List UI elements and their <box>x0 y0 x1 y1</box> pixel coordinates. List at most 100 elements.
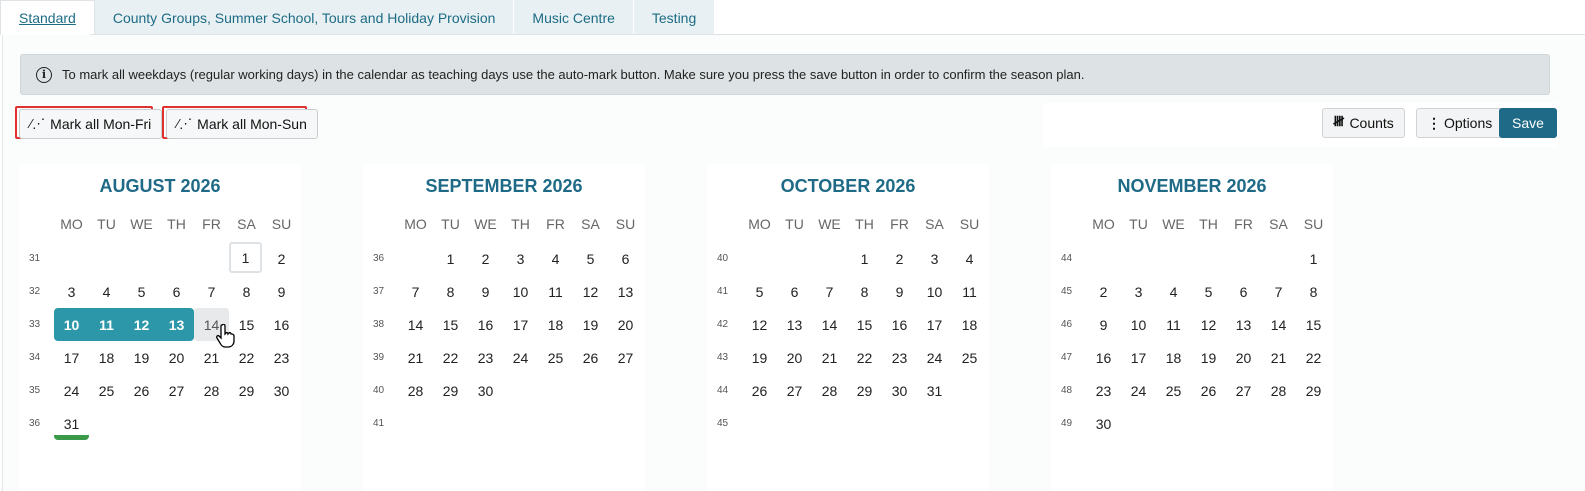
calendar-day[interactable]: 26 <box>1191 374 1226 407</box>
calendar-day[interactable]: 4 <box>89 275 124 308</box>
calendar-day[interactable]: 20 <box>608 308 643 341</box>
calendar-day[interactable]: 11 <box>538 275 573 308</box>
calendar-day[interactable]: 29 <box>1296 374 1331 407</box>
calendar-day[interactable]: 21 <box>812 341 847 374</box>
calendar-day[interactable]: 6 <box>159 275 194 308</box>
calendar-day[interactable]: 2 <box>264 242 299 275</box>
calendar-day[interactable]: 3 <box>503 242 538 275</box>
calendar-day[interactable]: 20 <box>777 341 812 374</box>
calendar-day[interactable]: 7 <box>1261 275 1296 308</box>
counts-button[interactable]: 𝍸 Counts <box>1322 108 1405 138</box>
calendar-day[interactable]: 27 <box>1226 374 1261 407</box>
options-button[interactable]: ⋮ Options <box>1416 108 1504 138</box>
calendar-day[interactable]: 17 <box>1121 341 1156 374</box>
calendar-day[interactable]: 3 <box>54 275 89 308</box>
mark-mon-fri-button[interactable]: ⁄⋰ Mark all Mon-Fri <box>19 109 163 139</box>
calendar-day[interactable]: 4 <box>538 242 573 275</box>
calendar-day[interactable]: 7 <box>398 275 433 308</box>
calendar-day[interactable]: 2 <box>1086 275 1121 308</box>
calendar-day[interactable]: 10 <box>54 308 89 341</box>
calendar-day[interactable]: 28 <box>398 374 433 407</box>
calendar-day[interactable]: 16 <box>264 308 299 341</box>
calendar-day[interactable]: 16 <box>1086 341 1121 374</box>
calendar-day[interactable]: 6 <box>1226 275 1261 308</box>
calendar-day[interactable]: 4 <box>952 242 987 275</box>
calendar-day[interactable]: 12 <box>742 308 777 341</box>
calendar-day[interactable]: 11 <box>952 275 987 308</box>
calendar-day[interactable]: 19 <box>742 341 777 374</box>
calendar-day[interactable]: 15 <box>1296 308 1331 341</box>
calendar-day[interactable]: 29 <box>847 374 882 407</box>
calendar-day[interactable]: 27 <box>159 374 194 407</box>
calendar-day[interactable]: 8 <box>1296 275 1331 308</box>
calendar-day[interactable]: 16 <box>468 308 503 341</box>
calendar-day[interactable]: 19 <box>124 341 159 374</box>
calendar-day[interactable]: 27 <box>777 374 812 407</box>
calendar-day[interactable]: 7 <box>194 275 229 308</box>
calendar-day[interactable]: 13 <box>777 308 812 341</box>
calendar-day[interactable]: 28 <box>812 374 847 407</box>
calendar-day[interactable]: 21 <box>398 341 433 374</box>
calendar-day[interactable]: 10 <box>917 275 952 308</box>
calendar-day[interactable]: 11 <box>1156 308 1191 341</box>
calendar-day[interactable]: 17 <box>503 308 538 341</box>
calendar-day[interactable]: 15 <box>433 308 468 341</box>
calendar-day[interactable]: 15 <box>847 308 882 341</box>
calendar-day[interactable]: 30 <box>468 374 503 407</box>
calendar-day[interactable]: 14 <box>812 308 847 341</box>
calendar-day[interactable]: 24 <box>1121 374 1156 407</box>
calendar-day[interactable]: 27 <box>608 341 643 374</box>
calendar-day[interactable]: 22 <box>847 341 882 374</box>
calendar-day[interactable]: 11 <box>89 308 124 341</box>
calendar-day[interactable]: 24 <box>503 341 538 374</box>
calendar-day[interactable]: 25 <box>1156 374 1191 407</box>
calendar-day[interactable]: 20 <box>1226 341 1261 374</box>
calendar-day[interactable]: 25 <box>89 374 124 407</box>
calendar-day[interactable]: 9 <box>882 275 917 308</box>
calendar-day[interactable]: 6 <box>608 242 643 275</box>
calendar-day[interactable]: 21 <box>1261 341 1296 374</box>
calendar-day[interactable]: 10 <box>503 275 538 308</box>
calendar-day[interactable]: 13 <box>159 308 194 341</box>
calendar-day[interactable]: 12 <box>1191 308 1226 341</box>
mark-mon-sun-button[interactable]: ⁄⋰ Mark all Mon-Sun <box>166 109 318 139</box>
calendar-day[interactable]: 9 <box>1086 308 1121 341</box>
calendar-day[interactable]: 23 <box>882 341 917 374</box>
calendar-day[interactable]: 28 <box>1261 374 1296 407</box>
calendar-day[interactable]: 29 <box>229 374 264 407</box>
calendar-day[interactable]: 5 <box>742 275 777 308</box>
calendar-day[interactable]: 1 <box>433 242 468 275</box>
calendar-day[interactable]: 9 <box>468 275 503 308</box>
calendar-day[interactable]: 23 <box>1086 374 1121 407</box>
calendar-day[interactable]: 3 <box>1121 275 1156 308</box>
calendar-day[interactable]: 19 <box>1191 341 1226 374</box>
calendar-day[interactable]: 26 <box>742 374 777 407</box>
calendar-day[interactable]: 1 <box>229 242 262 273</box>
calendar-day[interactable]: 9 <box>264 275 299 308</box>
calendar-day[interactable]: 5 <box>1191 275 1226 308</box>
calendar-day[interactable]: 25 <box>952 341 987 374</box>
calendar-day[interactable]: 24 <box>54 374 89 407</box>
calendar-day[interactable]: 5 <box>124 275 159 308</box>
calendar-day[interactable]: 6 <box>777 275 812 308</box>
calendar-day[interactable]: 17 <box>917 308 952 341</box>
calendar-day[interactable]: 23 <box>264 341 299 374</box>
calendar-day[interactable]: 20 <box>159 341 194 374</box>
calendar-day[interactable]: 18 <box>1156 341 1191 374</box>
calendar-day[interactable]: 30 <box>1086 407 1121 440</box>
calendar-day[interactable]: 8 <box>847 275 882 308</box>
calendar-day[interactable]: 1 <box>847 242 882 275</box>
calendar-day[interactable]: 29 <box>433 374 468 407</box>
calendar-day[interactable]: 30 <box>882 374 917 407</box>
calendar-day[interactable]: 13 <box>608 275 643 308</box>
calendar-day[interactable]: 31 <box>917 374 952 407</box>
calendar-day[interactable]: 4 <box>1156 275 1191 308</box>
tab-music-centre[interactable]: Music Centre <box>514 0 634 35</box>
calendar-day[interactable]: 25 <box>538 341 573 374</box>
calendar-day[interactable]: 8 <box>433 275 468 308</box>
tab-standard[interactable]: Standard <box>0 0 95 35</box>
calendar-day[interactable]: 22 <box>433 341 468 374</box>
calendar-day[interactable]: 18 <box>89 341 124 374</box>
calendar-day[interactable]: 26 <box>124 374 159 407</box>
calendar-day[interactable]: 17 <box>54 341 89 374</box>
